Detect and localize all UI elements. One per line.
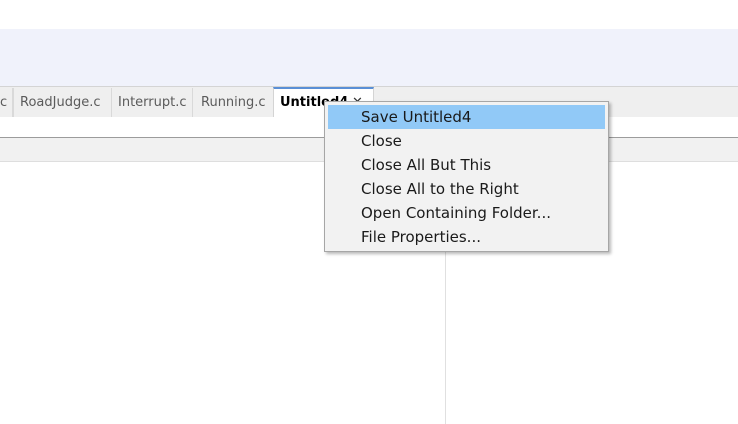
tab-partial[interactable]: c bbox=[0, 88, 13, 117]
tab-roadjudge[interactable]: RoadJudge.c bbox=[13, 88, 112, 117]
tab-label: Interrupt.c bbox=[118, 95, 187, 110]
tab-label: RoadJudge.c bbox=[20, 95, 101, 110]
menu-item-save[interactable]: Save Untitled4 bbox=[328, 105, 605, 129]
menu-item-open-folder[interactable]: Open Containing Folder... bbox=[328, 201, 605, 225]
menu-item-file-properties[interactable]: File Properties... bbox=[328, 225, 605, 249]
tab-label: Running.c bbox=[201, 95, 266, 110]
tab-interrupt[interactable]: Interrupt.c bbox=[112, 88, 193, 117]
tab-label: c bbox=[0, 95, 8, 110]
menu-item-close[interactable]: Close bbox=[328, 129, 605, 153]
toolbar-area bbox=[0, 29, 738, 86]
menu-item-close-all-but-this[interactable]: Close All But This bbox=[328, 153, 605, 177]
editor-window: c RoadJudge.c Interrupt.c Running.c Unti… bbox=[0, 0, 738, 424]
tab-context-menu: Save Untitled4 Close Close All But This … bbox=[324, 101, 609, 252]
tab-running[interactable]: Running.c bbox=[193, 88, 273, 117]
menu-item-close-all-right[interactable]: Close All to the Right bbox=[328, 177, 605, 201]
